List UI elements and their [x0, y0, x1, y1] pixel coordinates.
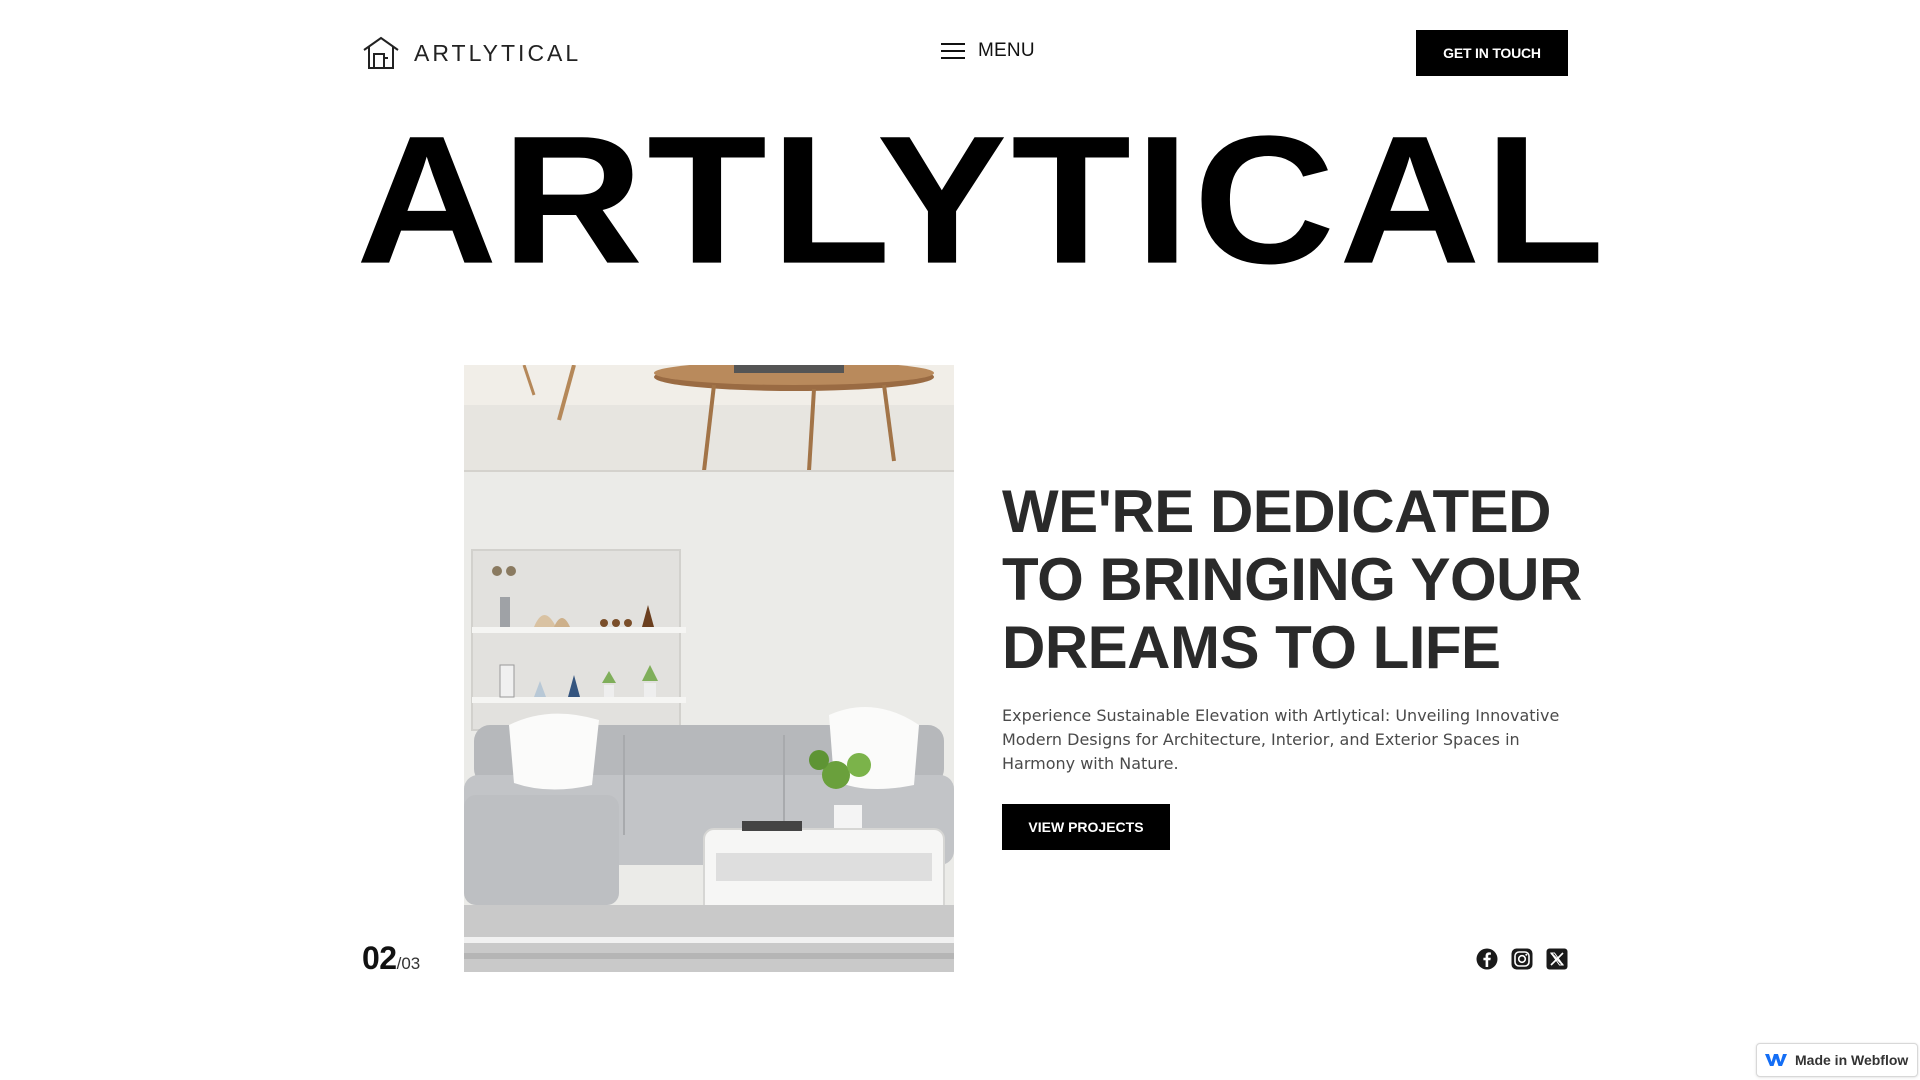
page: ARTLYTICAL MENU GET IN TOUCH ARTLYTICAL: [0, 0, 1920, 1080]
get-in-touch-button[interactable]: GET IN TOUCH: [1416, 30, 1568, 76]
slide-current: 02: [362, 940, 397, 976]
hero-headline: WE'RE DEDICATED TO BRINGING YOUR DREAMS …: [1002, 478, 1602, 682]
webflow-logo-icon: [1765, 1053, 1787, 1067]
living-room-interior-image: [464, 365, 954, 972]
hamburger-icon: [940, 41, 966, 61]
headline-line-2: TO BRINGING YOUR: [1002, 546, 1582, 613]
logo-link[interactable]: ARTLYTICAL: [362, 36, 581, 70]
x-twitter-icon[interactable]: [1546, 948, 1568, 970]
site-header: ARTLYTICAL MENU GET IN TOUCH: [0, 0, 1920, 106]
made-in-webflow-badge[interactable]: Made in Webflow: [1756, 1043, 1918, 1077]
hero-description: Experience Sustainable Elevation with Ar…: [1002, 706, 1560, 773]
view-projects-button[interactable]: VIEW PROJECTS: [1002, 804, 1170, 850]
logo-text: ARTLYTICAL: [414, 39, 582, 66]
instagram-icon[interactable]: [1511, 948, 1533, 970]
social-links: [1476, 948, 1568, 970]
facebook-icon[interactable]: [1476, 948, 1498, 970]
headline-line-3: DREAMS TO LIFE: [1002, 614, 1501, 681]
headline-line-1: WE'RE DEDICATED: [1002, 478, 1552, 545]
menu-toggle[interactable]: MENU: [940, 40, 1035, 62]
house-logo-icon: [362, 36, 400, 70]
slide-total: /03: [396, 954, 421, 973]
webflow-label: Made in Webflow: [1795, 1052, 1909, 1068]
slide-counter: 02 /03: [362, 940, 420, 977]
hero-big-title: ARTLYTICAL: [356, 98, 1609, 302]
menu-label: MENU: [978, 40, 1035, 61]
